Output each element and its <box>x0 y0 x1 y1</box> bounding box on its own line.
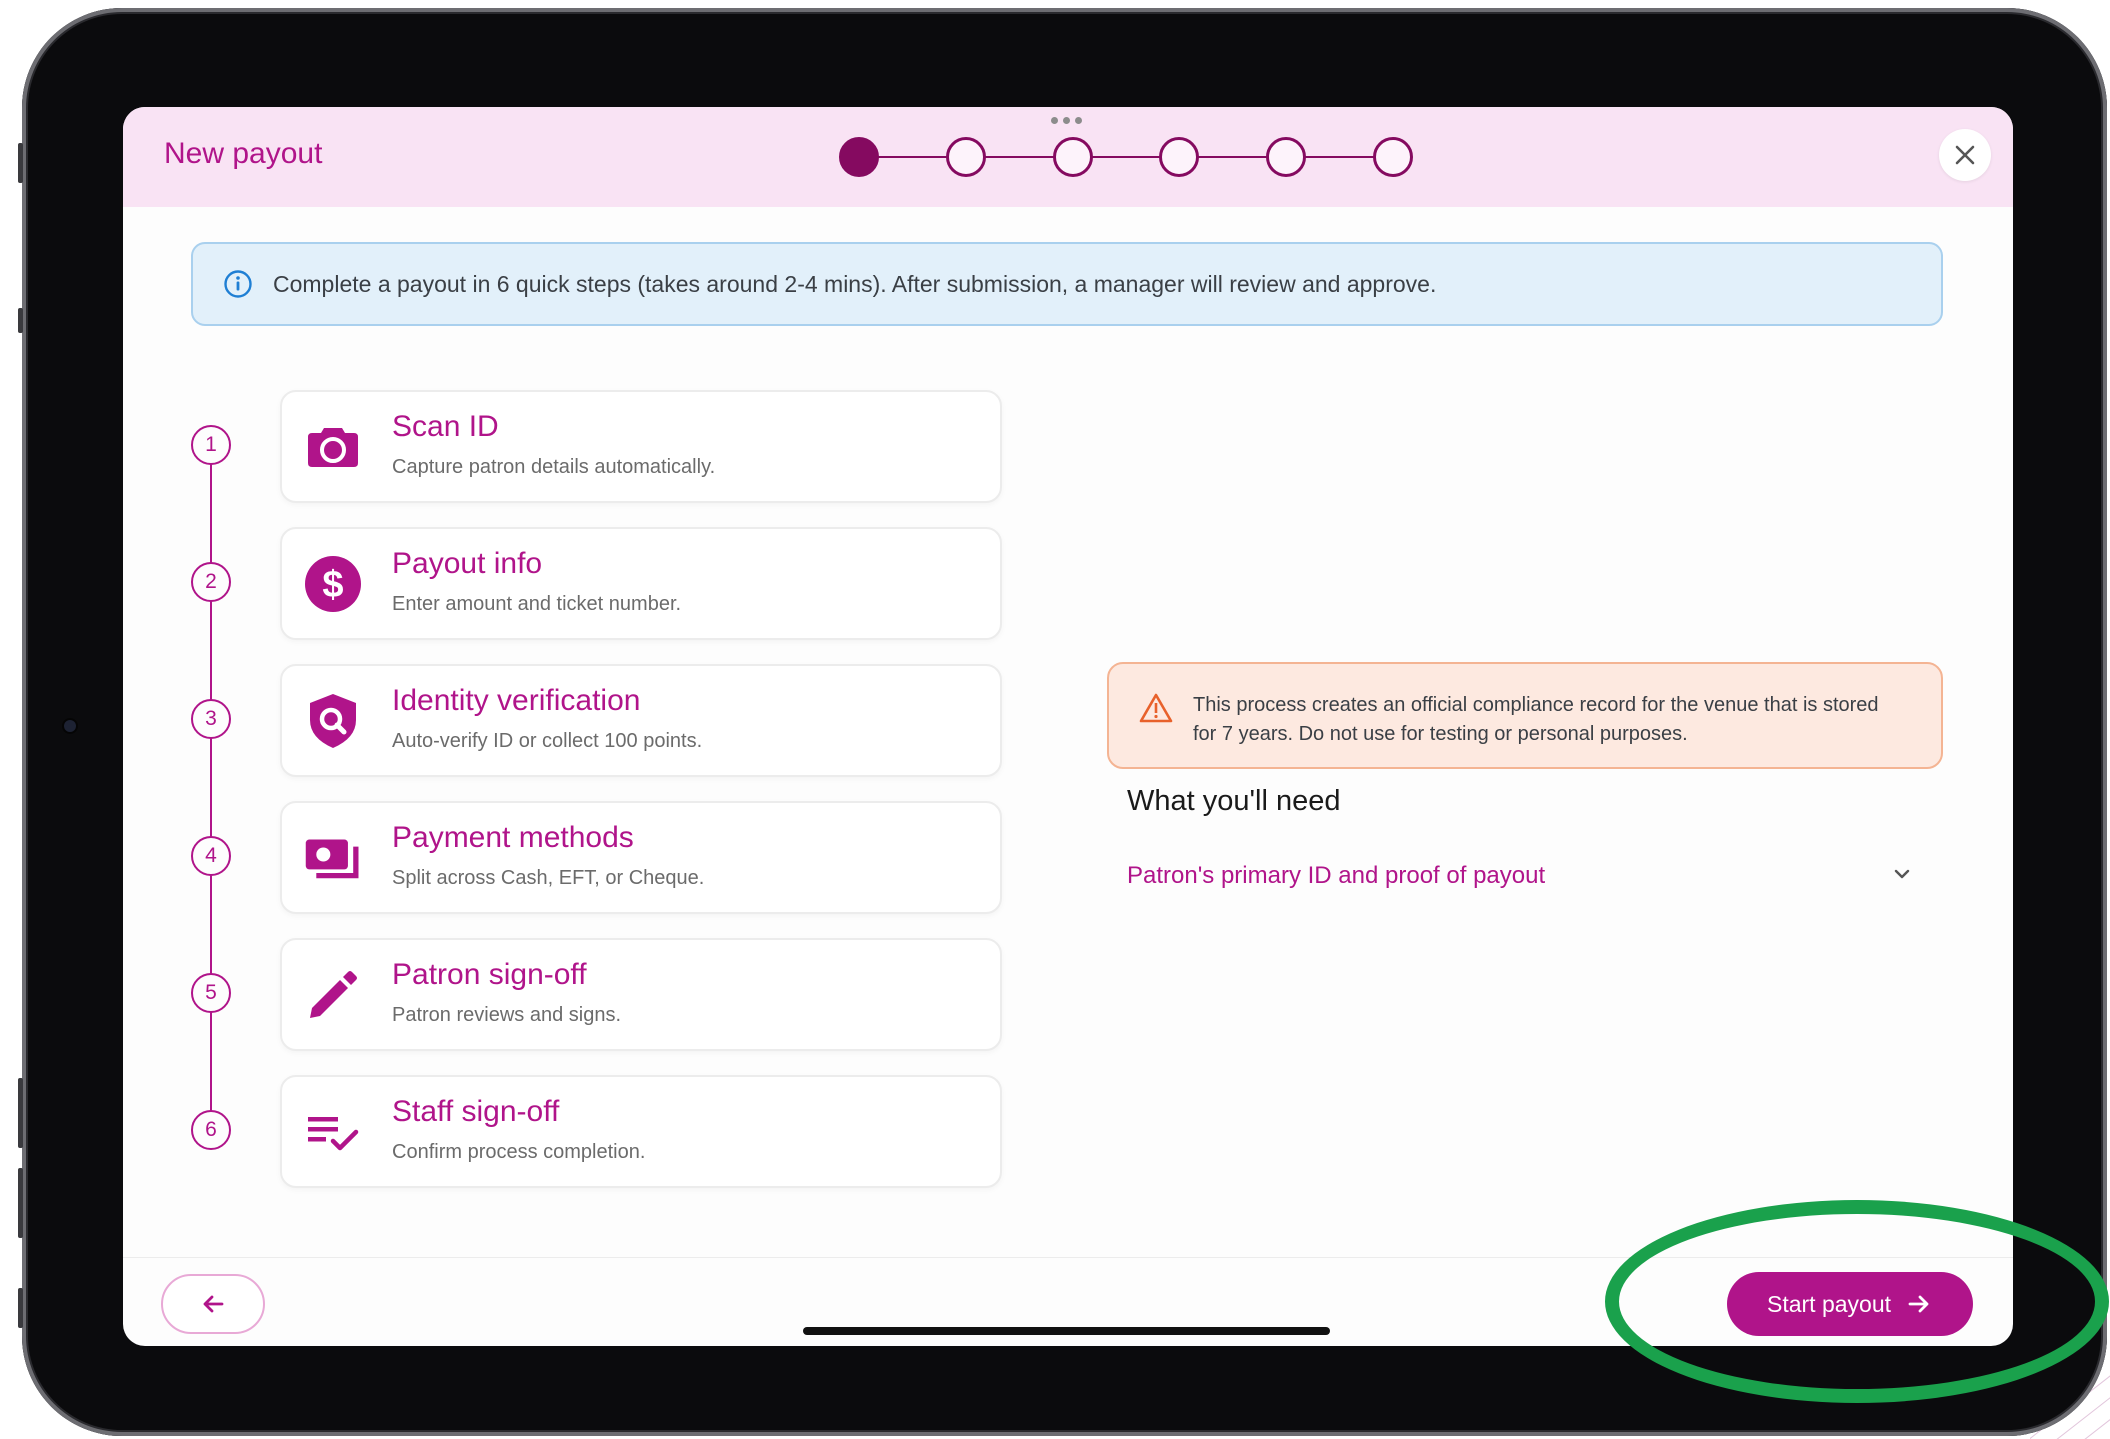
step-indicator-2 <box>946 137 986 177</box>
compliance-warning: This process creates an official complia… <box>1107 662 1943 769</box>
steps-timeline <box>210 427 212 1122</box>
step-title: Identity verification <box>392 684 641 717</box>
info-banner-text: Complete a payout in 6 quick steps (take… <box>273 270 1437 297</box>
step-card-staff-sign-off[interactable]: Staff sign-off Confirm process completio… <box>280 1075 1002 1188</box>
step-number-6: 6 <box>191 1110 231 1150</box>
step-subtitle: Capture patron details automatically. <box>392 456 716 478</box>
hardware-button <box>18 308 23 333</box>
step-number-4: 4 <box>191 836 231 876</box>
step-card-identity-verification[interactable]: Identity verification Auto-verify ID or … <box>280 664 1002 777</box>
info-icon <box>224 270 252 298</box>
step-card-patron-sign-off[interactable]: Patron sign-off Patron reviews and signs… <box>280 938 1002 1051</box>
step-indicator-6 <box>1373 137 1413 177</box>
checklist-icon <box>308 1117 359 1151</box>
arrow-left-icon <box>203 1295 224 1313</box>
close-icon <box>1955 145 1975 165</box>
step-number-5: 5 <box>191 973 231 1013</box>
step-indicator-1 <box>839 137 879 177</box>
drag-handle[interactable] <box>1051 117 1082 124</box>
step-subtitle: Confirm process completion. <box>392 1141 646 1163</box>
step-card-payout-info[interactable]: $ Payout info Enter amount and ticket nu… <box>280 527 1002 640</box>
info-banner: Complete a payout in 6 quick steps (take… <box>191 242 1943 326</box>
step-number-3: 3 <box>191 699 231 739</box>
dollar-icon: $ <box>305 556 361 612</box>
shield-search-icon <box>310 694 356 748</box>
close-button[interactable] <box>1939 129 1991 181</box>
step-indicator-4 <box>1159 137 1199 177</box>
step-number-1: 1 <box>191 425 231 465</box>
payments-icon <box>305 839 359 879</box>
step-title: Patron sign-off <box>392 958 587 991</box>
needs-accordion-label[interactable]: Patron's primary ID and proof of payout <box>1127 862 1545 890</box>
step-subtitle: Patron reviews and signs. <box>392 1004 622 1026</box>
hardware-button <box>18 143 23 183</box>
step-title: Staff sign-off <box>392 1095 560 1128</box>
page-title: New payout <box>164 137 323 170</box>
warning-triangle-icon <box>1139 693 1173 723</box>
hardware-button <box>18 1078 23 1148</box>
front-camera <box>64 720 76 732</box>
start-payout-highlight-ring <box>1605 1200 2109 1403</box>
step-subtitle: Auto-verify ID or collect 100 points. <box>392 730 703 752</box>
step-subtitle: Split across Cash, EFT, or Cheque. <box>392 867 705 889</box>
warning-text: This process creates an official complia… <box>1193 694 1879 745</box>
step-number-2: 2 <box>191 562 231 602</box>
progress-stepper <box>839 137 1413 177</box>
step-indicator-3 <box>1053 137 1093 177</box>
pencil-icon <box>310 971 357 1018</box>
chevron-down-icon[interactable] <box>1891 863 1913 885</box>
step-title: Payout info <box>392 547 543 580</box>
home-indicator <box>803 1327 1330 1335</box>
step-card-scan-id[interactable]: Scan ID Capture patron details automatic… <box>280 390 1002 503</box>
step-title: Scan ID <box>392 410 499 443</box>
step-indicator-5 <box>1266 137 1306 177</box>
step-title: Payment methods <box>392 821 634 854</box>
step-card-payment-methods[interactable]: Payment methods Split across Cash, EFT, … <box>280 801 1002 914</box>
stepper-line <box>859 156 1393 158</box>
modal-header: New payout <box>123 107 2013 207</box>
needs-heading: What you'll need <box>1127 785 1341 817</box>
svg-text:$: $ <box>322 564 343 606</box>
camera-icon <box>308 428 358 467</box>
hardware-button <box>18 1168 23 1238</box>
hardware-button <box>18 1288 23 1328</box>
app-screen: New payout Complete a payout in 6 quick … <box>123 107 2013 1346</box>
back-button[interactable] <box>161 1274 265 1334</box>
step-subtitle: Enter amount and ticket number. <box>392 593 682 615</box>
